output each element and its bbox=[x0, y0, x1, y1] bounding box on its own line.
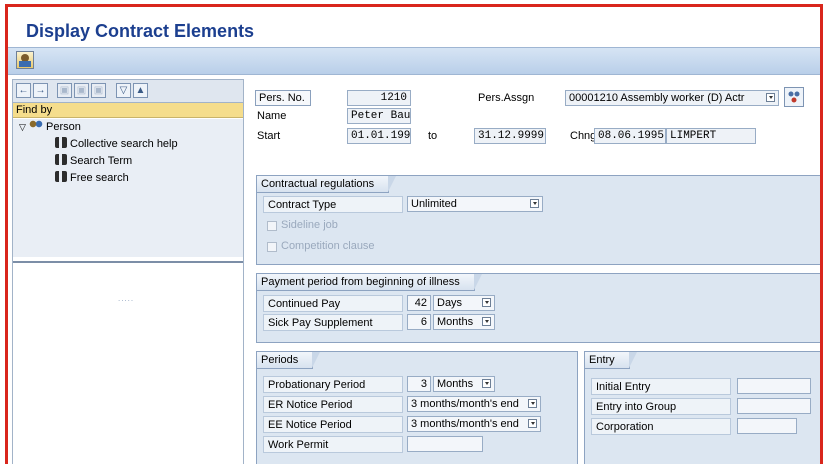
tree-label-search-term: Search Term bbox=[70, 155, 133, 167]
search-tree: ▽ Person Collective search help Search T… bbox=[13, 119, 243, 303]
tree-node-person[interactable]: ▽ Person bbox=[19, 119, 81, 136]
probationary-unit-select[interactable]: Months bbox=[433, 376, 495, 392]
start-date-field[interactable]: 01.01.1994 bbox=[347, 128, 411, 144]
probationary-period-label: Probationary Period bbox=[263, 376, 403, 393]
pers-assgn-select[interactable]: 00001210 Assembly worker (D) Actr bbox=[565, 90, 779, 106]
contract-type-value: Unlimited bbox=[411, 198, 457, 210]
chng-label: Chng bbox=[570, 130, 597, 142]
continued-pay-unit: Days bbox=[437, 297, 463, 309]
work-permit-label: Work Permit bbox=[263, 436, 403, 453]
name-label: Name bbox=[257, 110, 287, 122]
ee-notice-period-value: 3 months/month's end bbox=[411, 418, 519, 430]
contract-type-select[interactable]: Unlimited bbox=[407, 196, 543, 212]
window-frame: Display Contract Elements ← → ▣ ▣ ▣ ▽ ▲ … bbox=[5, 4, 823, 464]
binoculars-icon bbox=[55, 171, 67, 182]
panel-splitter[interactable] bbox=[13, 261, 243, 263]
dropdown-arrow-icon[interactable] bbox=[766, 93, 775, 102]
tree-label-free-search: Free search bbox=[70, 172, 129, 184]
continued-pay-unit-select[interactable]: Days bbox=[433, 295, 495, 311]
back-arrow-icon[interactable]: ← bbox=[16, 83, 31, 98]
competition-clause-label: Competition clause bbox=[281, 240, 375, 252]
pers-assgn-value: 00001210 Assembly worker (D) Actr bbox=[569, 92, 745, 104]
filter-icon[interactable]: ▽ bbox=[116, 83, 131, 98]
changed-on-field[interactable]: 08.06.1995 bbox=[594, 128, 666, 144]
er-notice-period-select[interactable]: 3 months/month's end bbox=[407, 396, 541, 412]
end-date-field[interactable]: 31.12.9999 bbox=[474, 128, 546, 144]
initial-entry-field[interactable] bbox=[737, 378, 811, 394]
deselect-icon[interactable]: ▣ bbox=[91, 83, 106, 98]
changed-by-field[interactable]: LIMPERT bbox=[666, 128, 756, 144]
tree-label-person: Person bbox=[45, 121, 81, 133]
assignment-overview-icon bbox=[788, 91, 800, 103]
periods-group: Periods Probationary Period 3 Months ER … bbox=[256, 351, 578, 464]
dropdown-arrow-icon[interactable] bbox=[482, 379, 491, 388]
dropdown-arrow-icon[interactable] bbox=[528, 399, 537, 408]
payment-period-group: Payment period from beginning of illness… bbox=[256, 273, 820, 343]
contract-type-label: Contract Type bbox=[263, 196, 403, 213]
periods-title: Periods bbox=[257, 352, 321, 369]
start-label: Start bbox=[257, 130, 281, 142]
entry-title: Entry bbox=[585, 352, 637, 369]
splitter-grip[interactable]: ..... bbox=[118, 294, 134, 303]
competition-clause-checkbox[interactable] bbox=[267, 242, 277, 252]
sick-pay-supplement-value[interactable]: 6 bbox=[407, 314, 431, 330]
pers-no-label: Pers. No. bbox=[255, 90, 311, 106]
pers-no-field[interactable]: 1210 bbox=[347, 90, 411, 106]
sick-pay-unit-select[interactable]: Months bbox=[433, 314, 495, 330]
continued-pay-label: Continued Pay bbox=[263, 295, 403, 312]
sick-pay-unit: Months bbox=[437, 316, 474, 328]
er-notice-period-value: 3 months/month's end bbox=[411, 398, 519, 410]
tree-label-collective-search-help: Collective search help bbox=[70, 138, 178, 150]
expand-triangle-icon[interactable]: ▽ bbox=[19, 122, 26, 132]
dropdown-arrow-icon[interactable] bbox=[482, 317, 491, 326]
tree-node-free-search[interactable]: Free search bbox=[55, 170, 129, 187]
object-manager-toolbar: ← → ▣ ▣ ▣ ▽ ▲ bbox=[13, 80, 243, 103]
ee-notice-period-label: EE Notice Period bbox=[263, 416, 403, 433]
continued-pay-value[interactable]: 42 bbox=[407, 295, 431, 311]
person-icon[interactable] bbox=[16, 51, 34, 69]
refresh-icon[interactable]: ▣ bbox=[57, 83, 72, 98]
corporation-field[interactable] bbox=[737, 418, 797, 434]
dropdown-arrow-icon[interactable] bbox=[528, 419, 537, 428]
probationary-period-value[interactable]: 3 bbox=[407, 376, 431, 392]
pers-assgn-label: Pers.Assgn bbox=[478, 92, 535, 104]
er-notice-period-label: ER Notice Period bbox=[263, 396, 403, 413]
page-title: Display Contract Elements bbox=[26, 21, 255, 41]
sort-icon[interactable]: ▲ bbox=[133, 83, 148, 98]
contractual-regulations-group: Contractual regulations Contract Type Un… bbox=[256, 175, 820, 265]
work-permit-field[interactable] bbox=[407, 436, 483, 452]
name-field[interactable]: Peter Bauer bbox=[347, 108, 411, 124]
corporation-label: Corporation bbox=[591, 418, 731, 435]
select-all-icon[interactable]: ▣ bbox=[74, 83, 89, 98]
contractual-regulations-title: Contractual regulations bbox=[257, 176, 397, 193]
object-manager-panel: ← → ▣ ▣ ▣ ▽ ▲ Find by ▽ Person Collectiv… bbox=[12, 79, 244, 464]
dropdown-arrow-icon[interactable] bbox=[530, 199, 539, 208]
sick-pay-supplement-label: Sick Pay Supplement bbox=[263, 314, 403, 331]
forward-arrow-icon[interactable]: → bbox=[33, 83, 48, 98]
entry-into-group-field[interactable] bbox=[737, 398, 811, 414]
probationary-unit: Months bbox=[437, 378, 474, 390]
sideline-job-checkbox[interactable] bbox=[267, 221, 277, 231]
find-by-header: Find by bbox=[13, 103, 243, 118]
ee-notice-period-select[interactable]: 3 months/month's end bbox=[407, 416, 541, 432]
application-toolbar bbox=[8, 47, 820, 75]
binoculars-icon bbox=[55, 154, 67, 165]
binoculars-icon bbox=[55, 137, 67, 148]
person-icon bbox=[28, 120, 43, 131]
title-bar: Display Contract Elements bbox=[8, 7, 820, 43]
to-label: to bbox=[428, 130, 438, 142]
tree-node-collective-search-help[interactable]: Collective search help bbox=[55, 136, 178, 153]
sideline-job-label: Sideline job bbox=[281, 219, 338, 231]
dropdown-arrow-icon[interactable] bbox=[482, 298, 491, 307]
assignment-overview-button[interactable] bbox=[784, 87, 804, 107]
payment-period-title: Payment period from beginning of illness bbox=[257, 274, 482, 291]
tree-node-search-term[interactable]: Search Term bbox=[55, 153, 132, 170]
initial-entry-label: Initial Entry bbox=[591, 378, 731, 395]
entry-group: Entry Initial Entry Entry into Group Cor… bbox=[584, 351, 820, 464]
entry-into-group-label: Entry into Group bbox=[591, 398, 731, 415]
